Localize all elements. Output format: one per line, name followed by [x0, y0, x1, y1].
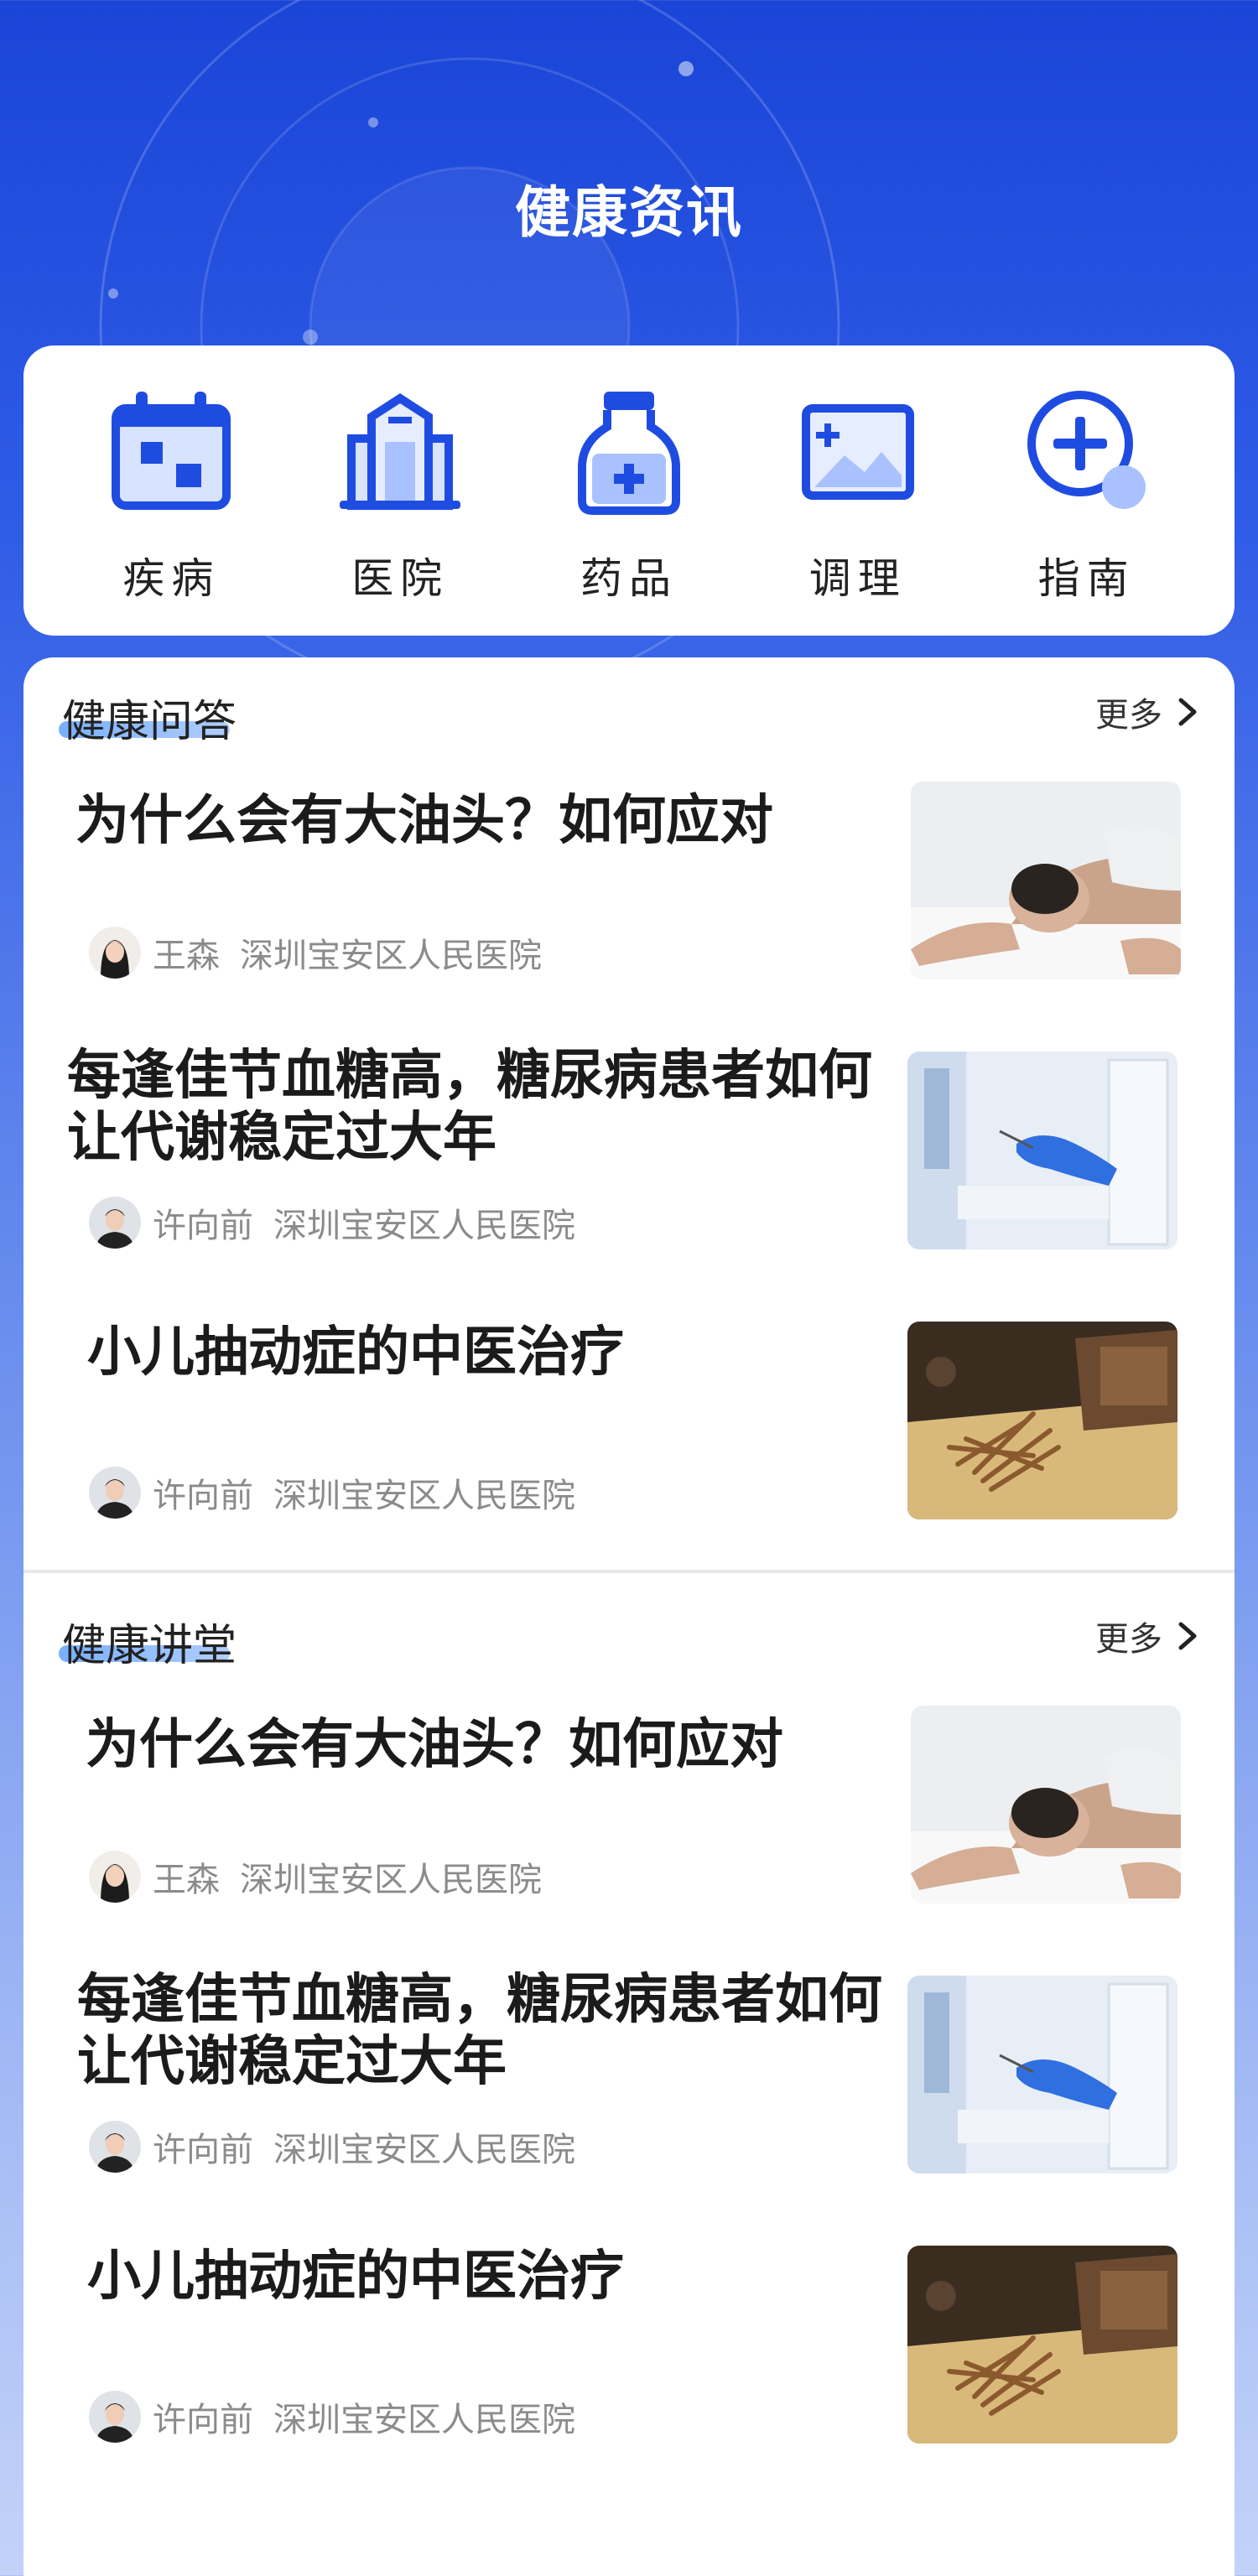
avatar — [89, 1467, 141, 1519]
section-divider — [23, 1570, 1235, 1573]
category-label: 药品 — [580, 554, 678, 603]
category-medicine[interactable]: 药品 — [528, 379, 730, 605]
author-info: 王森 深圳宝安区人民医院 — [89, 1850, 542, 1903]
list-item[interactable]: 小儿抽动症的中医治疗 许向前 深圳宝安区人民医院 — [23, 2242, 1235, 2444]
avatar — [89, 2391, 141, 2443]
man-lying-head-image — [911, 782, 1181, 979]
medicine-bottle-icon — [558, 379, 700, 522]
author-hospital: 深圳宝安区人民医院 — [240, 1861, 542, 1899]
section-health-qa: 健康问答 更多 为什么会有大油头？如何应对 王森 深圳宝安区人民医院 每逢佳节血… — [23, 669, 1235, 1519]
item-title: 每逢佳节血糖高，糖尿病患者如何让代谢稳定过大年 — [67, 1045, 872, 1169]
section-title: 健康问答 — [62, 697, 237, 747]
lab-glove-image — [907, 1052, 1177, 1249]
author-info: 许向前 深圳宝安区人民医院 — [89, 1196, 575, 1249]
man-lying-head-image — [911, 1706, 1181, 1903]
author-hospital: 深圳宝安区人民医院 — [273, 1207, 575, 1245]
avatar — [89, 927, 141, 979]
category-label: 医院 — [351, 554, 450, 603]
section-health-lecture: 健康讲堂 更多 为什么会有大油头？如何应对 王森 深圳宝安区人民医院 每逢佳节血… — [23, 1593, 1235, 2444]
more-link[interactable]: 更多 — [1095, 688, 1198, 736]
author-name: 王森 — [153, 1861, 220, 1899]
author-hospital: 深圳宝安区人民医院 — [240, 937, 542, 975]
author-info: 许向前 深圳宝安区人民医院 — [89, 2120, 575, 2174]
lab-glove-image — [907, 1976, 1177, 2174]
section-title: 健康讲堂 — [62, 1621, 237, 1671]
category-hospital[interactable]: 医院 — [299, 379, 501, 605]
page-title: 健康资讯 — [515, 180, 743, 245]
category-guide[interactable]: 指南 — [986, 379, 1188, 605]
item-title: 为什么会有大油头？如何应对 — [86, 1714, 783, 1776]
item-title: 小儿抽动症的中医治疗 — [87, 1322, 624, 1384]
author-name: 王森 — [153, 937, 220, 975]
author-hospital: 深圳宝安区人民医院 — [273, 2401, 575, 2439]
more-link[interactable]: 更多 — [1095, 1612, 1198, 1660]
category-label: 指南 — [1037, 554, 1136, 603]
item-title: 每逢佳节血糖高，糖尿病患者如何让代谢稳定过大年 — [77, 1969, 882, 2093]
author-hospital: 深圳宝安区人民医院 — [273, 1477, 575, 1515]
author-name: 许向前 — [153, 1477, 253, 1515]
author-name: 许向前 — [153, 1207, 253, 1245]
author-info: 许向前 深圳宝安区人民医院 — [89, 2390, 575, 2444]
item-title: 小儿抽动症的中医治疗 — [87, 2246, 624, 2308]
ginseng-herb-image — [907, 2246, 1177, 2444]
avatar — [89, 1197, 141, 1249]
list-item[interactable]: 每逢佳节血糖高，糖尿病患者如何让代谢稳定过大年 许向前 深圳宝安区人民医院 — [23, 1969, 1235, 2174]
author-info: 许向前 深圳宝安区人民医院 — [89, 1466, 575, 1519]
author-name: 许向前 — [153, 2401, 253, 2439]
calendar-icon — [100, 379, 242, 522]
category-label: 疾病 — [122, 554, 221, 603]
more-label: 更多 — [1095, 696, 1162, 735]
chevron-right-icon — [1178, 698, 1197, 726]
list-item[interactable]: 每逢佳节血糖高，糖尿病患者如何让代谢稳定过大年 许向前 深圳宝安区人民医院 — [23, 1045, 1235, 1249]
picture-icon — [787, 379, 929, 522]
list-item[interactable]: 小儿抽动症的中医治疗 许向前 深圳宝安区人民医院 — [23, 1318, 1235, 1519]
section-header: 健康讲堂 更多 — [23, 1593, 1235, 1671]
ginseng-herb-image — [907, 1322, 1177, 1519]
category-card: 疾病 医院 药品 调理 指南 — [23, 345, 1235, 636]
more-label: 更多 — [1095, 1620, 1162, 1659]
author-hospital: 深圳宝安区人民医院 — [273, 2131, 575, 2169]
avatar — [89, 1851, 141, 1903]
content-card: 健康问答 更多 为什么会有大油头？如何应对 王森 深圳宝安区人民医院 每逢佳节血… — [23, 657, 1235, 2576]
list-item[interactable]: 为什么会有大油头？如何应对 王森 深圳宝安区人民医院 — [23, 1702, 1235, 1903]
section-header: 健康问答 更多 — [23, 669, 1235, 747]
author-name: 许向前 — [153, 2131, 253, 2169]
category-conditioning[interactable]: 调理 — [757, 379, 959, 605]
chevron-right-icon — [1178, 1622, 1197, 1650]
list-item[interactable]: 为什么会有大油头？如何应对 王森 深圳宝安区人民医院 — [23, 778, 1235, 979]
category-label: 调理 — [808, 554, 907, 603]
item-title: 为什么会有大油头？如何应对 — [75, 790, 773, 852]
plus-circle-icon — [1016, 379, 1158, 522]
author-info: 王森 深圳宝安区人民医院 — [89, 926, 542, 979]
avatar — [89, 2121, 141, 2173]
hospital-icon — [329, 379, 471, 522]
category-disease[interactable]: 疾病 — [70, 379, 272, 605]
